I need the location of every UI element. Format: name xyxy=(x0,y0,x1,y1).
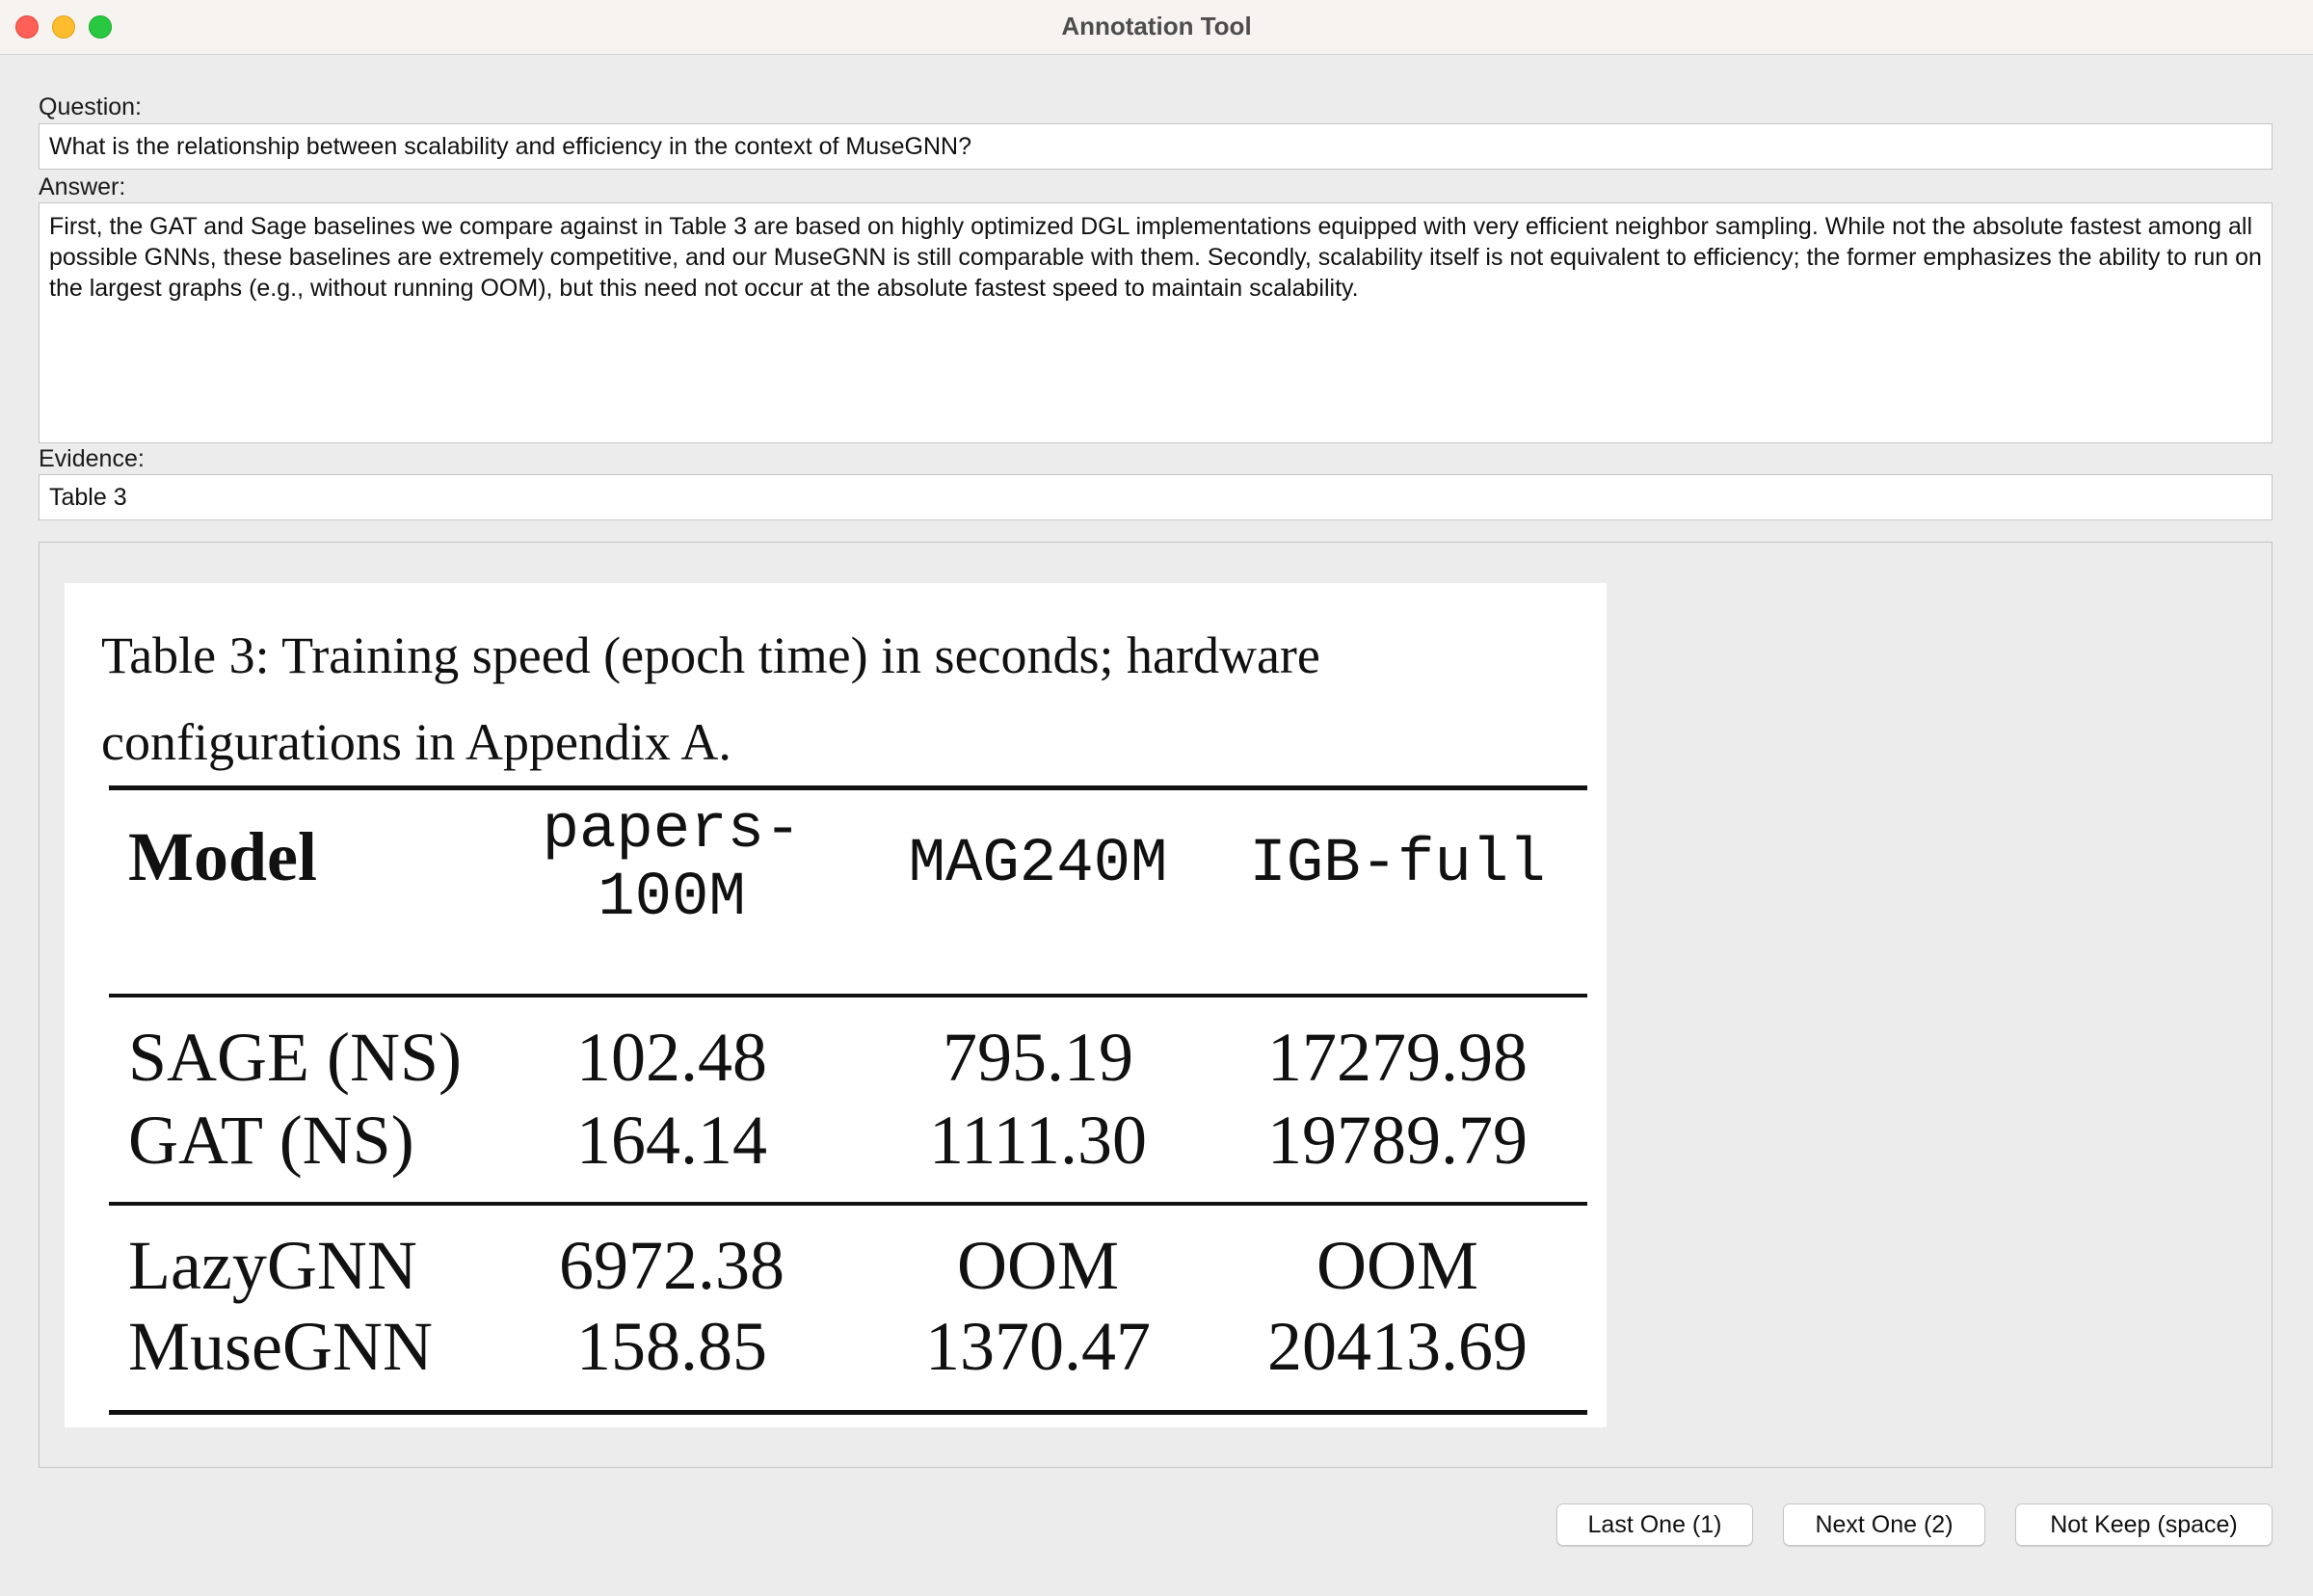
evidence-image-panel: Table 3: Training speed (epoch time) in … xyxy=(39,542,2273,1468)
table-cell-value: OOM xyxy=(956,1227,1119,1304)
table-cell-value: 102.48 xyxy=(576,1019,767,1096)
table-cell-value: 17279.98 xyxy=(1267,1019,1528,1096)
column-header-igb-full: IGB-full xyxy=(1249,830,1546,899)
evidence-label: Evidence: xyxy=(39,445,145,472)
last-one-button[interactable]: Last One (1) xyxy=(1556,1503,1753,1546)
table-cell-value: 795.19 xyxy=(943,1019,1133,1096)
evidence-table-image: Table 3: Training speed (epoch time) in … xyxy=(65,583,1607,1427)
table-caption-line-2: configurations in Appendix A. xyxy=(101,713,731,771)
column-header-papers-line-2: 100M xyxy=(598,864,746,933)
column-header-model: Model xyxy=(128,818,317,895)
answer-textarea[interactable]: First, the GAT and Sage baselines we com… xyxy=(39,202,2273,443)
table-header-rule xyxy=(109,994,1587,998)
question-input[interactable]: What is the relationship between scalabi… xyxy=(39,123,2273,170)
table-cell-model: SAGE (NS) xyxy=(128,1019,463,1096)
title-bar: Annotation Tool xyxy=(0,0,2313,55)
column-header-papers-line-1: papers- xyxy=(542,796,802,865)
next-one-button[interactable]: Next One (2) xyxy=(1783,1503,1985,1546)
table-cell-model: LazyGNN xyxy=(128,1227,417,1304)
table-cell-value: OOM xyxy=(1316,1227,1478,1304)
table-group-rule xyxy=(109,1202,1587,1206)
table-bottom-rule xyxy=(109,1410,1587,1415)
evidence-input[interactable]: Table 3 xyxy=(39,474,2273,520)
table-caption: Table 3: Training speed (epoch time) in … xyxy=(101,612,1585,785)
table-cell-value: 164.14 xyxy=(576,1102,767,1179)
answer-label: Answer: xyxy=(39,173,126,200)
table-cell-model: MuseGNN xyxy=(128,1308,433,1385)
table-cell-value: 1111.30 xyxy=(929,1102,1147,1179)
table-cell-value: 19789.79 xyxy=(1267,1102,1528,1179)
table-cell-model: GAT (NS) xyxy=(128,1102,414,1179)
window-title: Annotation Tool xyxy=(1061,12,1252,40)
table-cell-value: 6972.38 xyxy=(559,1227,784,1304)
table-caption-line-1: Table 3: Training speed (epoch time) in … xyxy=(101,626,1320,684)
annotation-tool-window: Annotation Tool Question: What is the re… xyxy=(0,0,2313,1596)
column-header-mag240m: MAG240M xyxy=(908,830,1168,899)
table-cell-value: 158.85 xyxy=(576,1308,767,1385)
table-top-rule xyxy=(109,785,1587,790)
question-label: Question: xyxy=(39,93,143,120)
table-cell-value: 20413.69 xyxy=(1267,1308,1528,1385)
table-cell-value: 1370.47 xyxy=(925,1308,1151,1385)
not-keep-button[interactable]: Not Keep (space) xyxy=(2015,1503,2273,1546)
